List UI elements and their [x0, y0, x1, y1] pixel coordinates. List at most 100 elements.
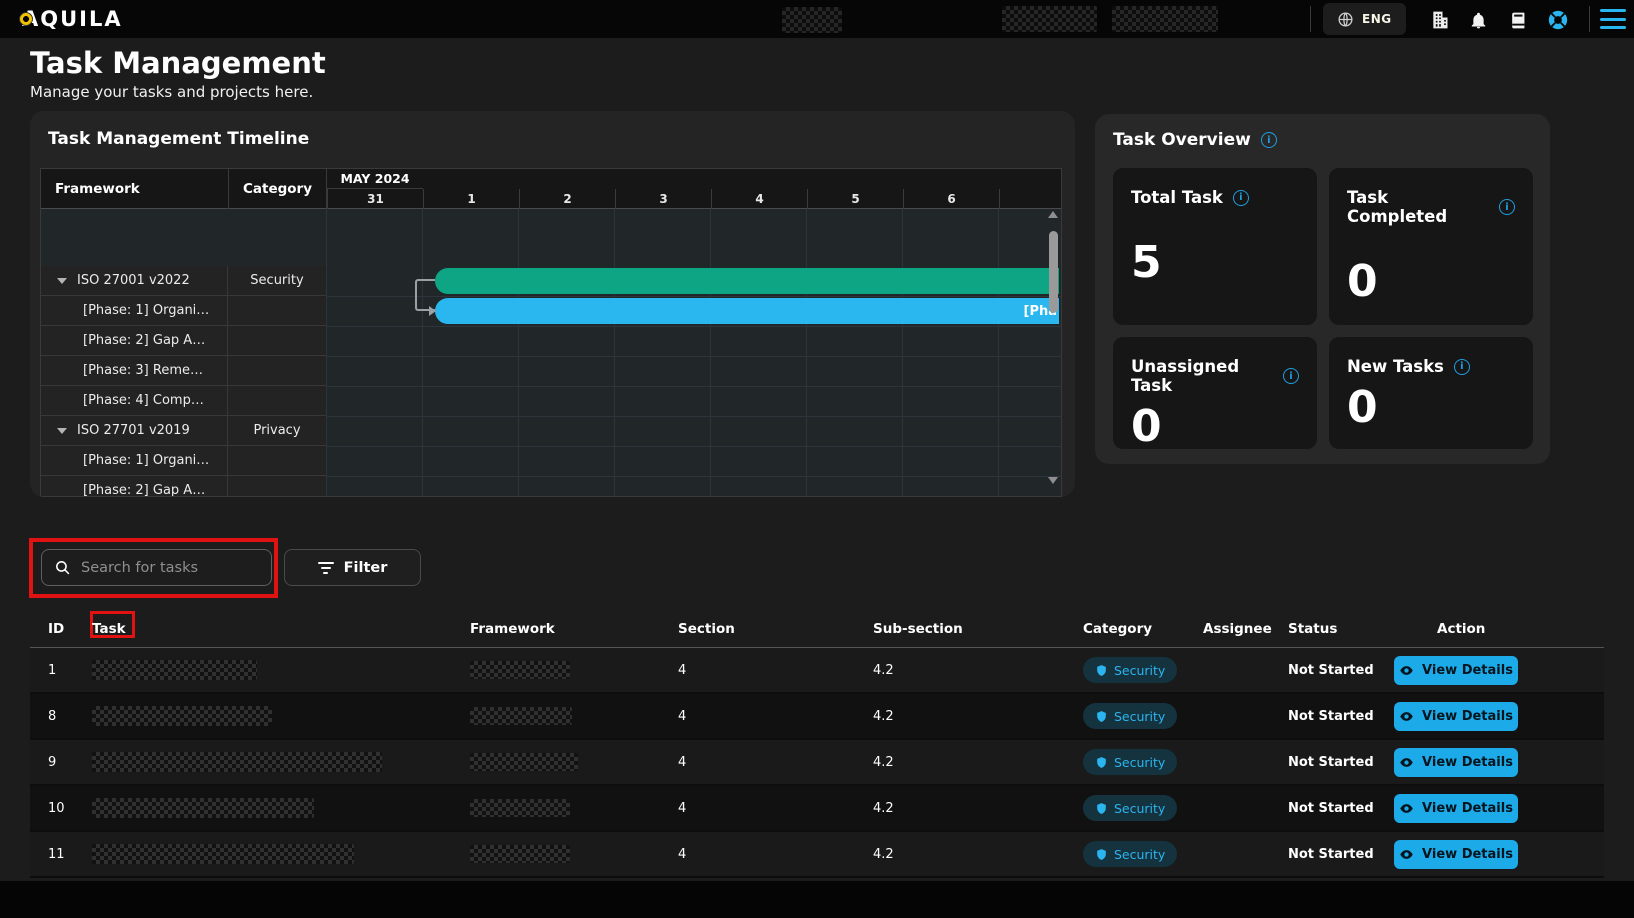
gantt-row-phase: [Phase: 4] Comp…: [41, 386, 326, 416]
cell-task: [92, 706, 470, 726]
category-badge-label: Security: [1114, 663, 1165, 678]
category-badge[interactable]: Security: [1083, 749, 1177, 775]
dependency-arrowhead: [429, 306, 436, 316]
framework-category: Security: [228, 273, 326, 288]
phase-label: [Phase: 3] Reme…: [83, 363, 203, 378]
month-label: MAY 2024: [327, 169, 423, 189]
cell-id: 9: [48, 755, 92, 770]
cell-framework: [470, 799, 678, 817]
view-details-label: View Details: [1422, 663, 1513, 678]
logo-eye-icon: [19, 12, 33, 26]
redacted-header-text: [1112, 6, 1218, 32]
info-icon[interactable]: [1454, 359, 1470, 375]
gantt-bar[interactable]: [435, 268, 1059, 294]
timeline-day-header: [999, 189, 1062, 209]
cell-section: 4: [678, 709, 873, 724]
redacted-header-text: [782, 7, 842, 33]
logo[interactable]: AQUILA: [22, 7, 123, 31]
gantt-gridline: [422, 209, 423, 496]
category-badge[interactable]: Security: [1083, 703, 1177, 729]
column-header-id: ID: [48, 621, 92, 637]
collapse-caret-icon[interactable]: [57, 278, 67, 284]
filter-label: Filter: [344, 560, 388, 576]
view-details-button[interactable]: View Details: [1394, 702, 1518, 731]
cell-category: Security: [1083, 841, 1203, 867]
category-badge[interactable]: Security: [1083, 841, 1177, 867]
category-badge[interactable]: Security: [1083, 657, 1177, 683]
redacted-task-name: [92, 752, 382, 772]
view-details-button[interactable]: View Details: [1394, 748, 1518, 777]
cell-action: View Details: [1437, 794, 1604, 823]
cell-subsection: 4.2: [873, 663, 1083, 678]
gantt-row-line: [326, 296, 1062, 297]
scroll-up-arrow[interactable]: [1048, 211, 1058, 218]
phase-label: [Phase: 4] Comp…: [83, 393, 204, 408]
redacted-task-name: [92, 798, 314, 818]
gantt-gridline: [710, 209, 711, 496]
timeline-card: Task Management Timeline Framework Categ…: [30, 111, 1075, 497]
eye-icon: [1399, 755, 1414, 770]
organization-icon[interactable]: [1428, 8, 1452, 32]
language-selector[interactable]: ENG: [1323, 3, 1406, 35]
view-details-button[interactable]: View Details: [1394, 656, 1518, 685]
gantt-gridline: [518, 209, 519, 496]
gantt-gridline: [998, 209, 999, 496]
eye-icon: [1399, 847, 1414, 862]
task-table: IDTaskFrameworkSectionSub-sectionCategor…: [30, 610, 1604, 878]
info-icon[interactable]: [1499, 199, 1515, 215]
redacted-framework-name: [470, 661, 570, 679]
overview-card-value: 0: [1347, 382, 1515, 433]
gantt-bar[interactable]: [Pha: [435, 298, 1059, 324]
cell-section: 4: [678, 847, 873, 862]
framework-category: Privacy: [228, 423, 326, 438]
filter-button[interactable]: Filter: [284, 549, 421, 586]
info-icon[interactable]: [1283, 368, 1299, 384]
cell-id: 1: [48, 663, 92, 678]
collapse-caret-icon[interactable]: [57, 428, 67, 434]
task-overview-panel: Task Overview Total Task5Task Completed0…: [1095, 114, 1550, 464]
scroll-down-arrow[interactable]: [1048, 477, 1058, 484]
docs-book-icon[interactable]: [1506, 8, 1530, 32]
gantt-row-phase: [Phase: 2] Gap A…: [41, 476, 326, 497]
vertical-scroll-thumb[interactable]: [1049, 231, 1058, 313]
info-icon[interactable]: [1233, 190, 1249, 206]
filter-icon: [318, 562, 334, 574]
column-divider: [227, 386, 228, 415]
column-header-status: Status: [1288, 621, 1437, 637]
top-bar: AQUILA ENG: [0, 0, 1634, 38]
overview-card-label-text: Unassigned Task: [1131, 357, 1273, 395]
info-icon[interactable]: [1261, 132, 1277, 148]
gantt-vertical-scrollbar[interactable]: [1048, 211, 1059, 484]
gantt-chart: Framework Category MAY 2024 31123456 ISO…: [40, 168, 1062, 497]
view-details-button[interactable]: View Details: [1394, 840, 1518, 869]
cell-subsection: 4.2: [873, 801, 1083, 816]
cell-section: 4: [678, 801, 873, 816]
redacted-framework-name: [470, 845, 570, 863]
bottom-strip: [0, 881, 1634, 918]
phase-label: [Phase: 2] Gap A…: [83, 483, 205, 497]
overview-card-label: Unassigned Task: [1131, 357, 1299, 395]
shield-icon: [1095, 664, 1108, 677]
search-input[interactable]: [81, 560, 241, 576]
overview-card: New Tasks 0: [1329, 337, 1533, 449]
task-search[interactable]: [41, 549, 272, 586]
category-badge[interactable]: Security: [1083, 795, 1177, 821]
view-details-button[interactable]: View Details: [1394, 794, 1518, 823]
category-badge-label: Security: [1114, 709, 1165, 724]
timeline-title: Task Management Timeline: [48, 129, 309, 149]
cell-id: 10: [48, 801, 92, 816]
column-divider: [227, 446, 228, 475]
overview-card-label-text: New Tasks: [1347, 357, 1444, 376]
timeline-day-header: 4: [711, 189, 807, 209]
category-badge-label: Security: [1114, 801, 1165, 816]
menu-icon[interactable]: [1600, 9, 1626, 29]
notifications-bell-icon[interactable]: [1466, 8, 1490, 32]
cell-id: 11: [48, 847, 92, 862]
help-lifering-icon[interactable]: [1546, 8, 1570, 32]
column-header-category: Category: [1083, 621, 1203, 637]
cell-category: Security: [1083, 703, 1203, 729]
cell-framework: [470, 845, 678, 863]
gantt-row-line: [326, 476, 1062, 477]
column-header-section: Section: [678, 621, 873, 637]
gantt-gridline: [902, 209, 903, 496]
